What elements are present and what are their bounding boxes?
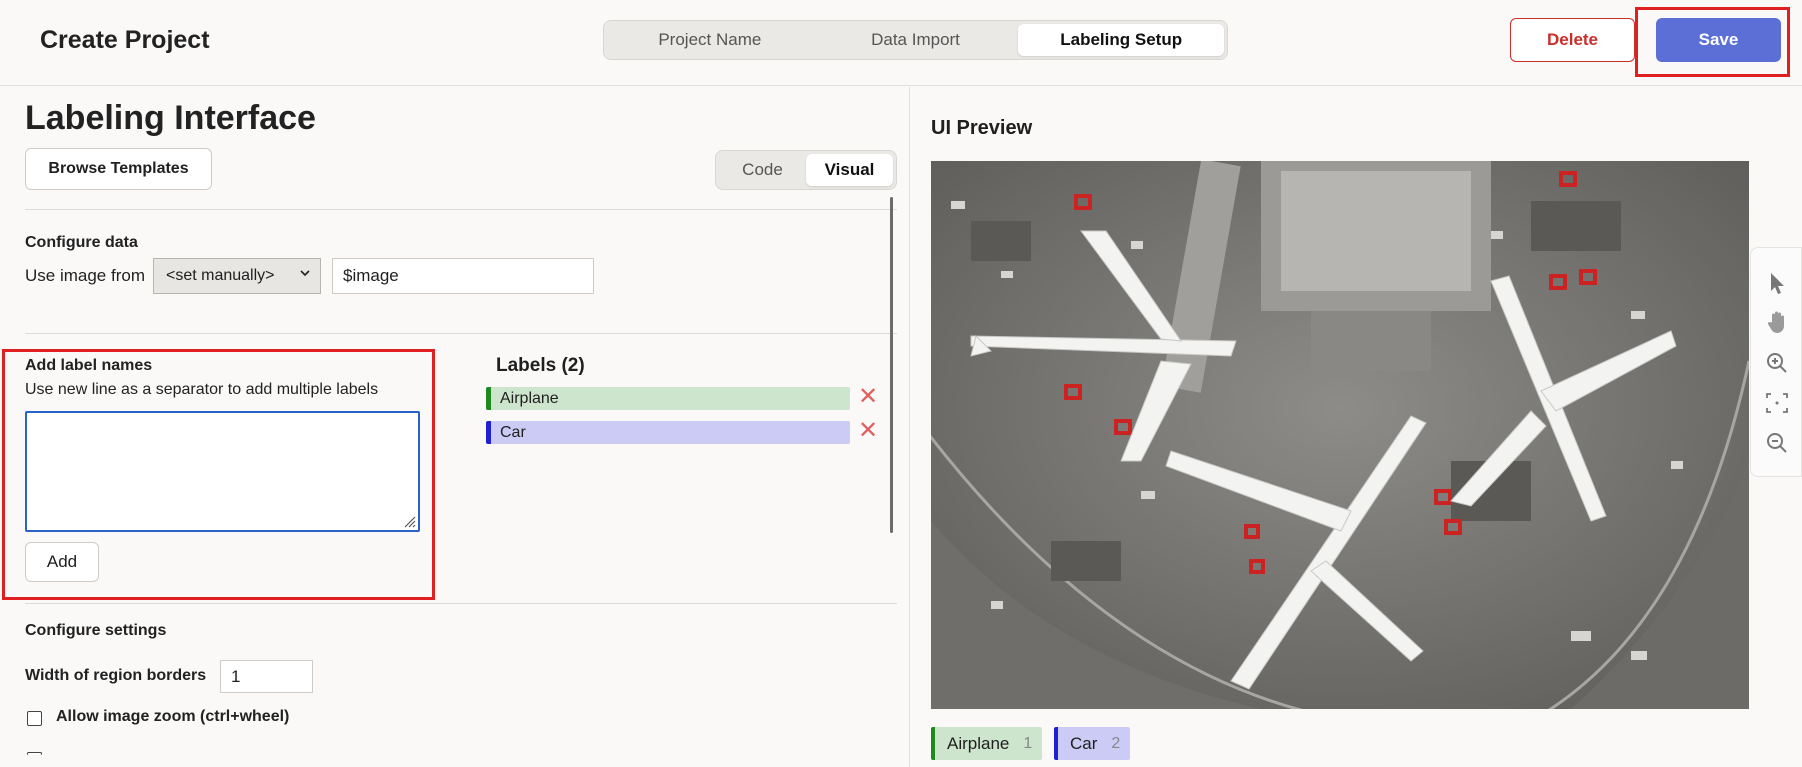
step-tabs: Project Name Data Import Labeling Setup [603, 20, 1228, 60]
code-mode-button[interactable]: Code [719, 154, 806, 186]
divider [25, 333, 897, 334]
label-chip-airplane[interactable]: Airplane [486, 387, 850, 410]
tab-data-import[interactable]: Data Import [813, 24, 1019, 56]
legend-count: 1 [1023, 734, 1033, 752]
browse-templates-button[interactable]: Browse Templates [25, 148, 212, 190]
legend-label: Car [1070, 733, 1098, 753]
chevron-down-icon [298, 266, 312, 283]
divider [25, 603, 897, 604]
tab-labeling-setup[interactable]: Labeling Setup [1018, 24, 1225, 56]
highlight-box-add-labels [2, 349, 435, 600]
image-source-select[interactable]: <set manually> [153, 258, 321, 294]
legend-item-airplane[interactable]: Airplane 1 [931, 727, 1043, 760]
zoom-checkbox[interactable] [27, 711, 42, 726]
scrollbar[interactable] [890, 197, 893, 533]
legend-count: 2 [1111, 734, 1121, 752]
labels-heading: Labels (2) [496, 355, 585, 376]
zoom-out-icon[interactable] [1764, 430, 1790, 456]
mode-toggle: Code Visual [715, 150, 897, 190]
remove-airplane-icon[interactable]: ✕ [858, 385, 878, 409]
zoom-in-icon[interactable] [1764, 350, 1790, 376]
legend-item-car[interactable]: Car 2 [1054, 727, 1131, 760]
top-bar: Create Project Project Name Data Import … [0, 0, 1802, 86]
section-title: Labeling Interface [25, 99, 316, 137]
border-width-input[interactable]: 1 [220, 660, 313, 693]
label-chip-text: Car [500, 423, 526, 441]
legend-label: Airplane [947, 733, 1010, 753]
configure-data-heading: Configure data [25, 234, 138, 251]
zoom-label: Allow image zoom (ctrl+wheel) [56, 708, 290, 725]
label-chip-text: Airplane [500, 389, 559, 407]
tab-project-name[interactable]: Project Name [607, 24, 813, 56]
airport-photo [931, 161, 1749, 709]
configure-settings-heading: Configure settings [25, 622, 167, 639]
use-image-from-label: Use image from [25, 266, 145, 285]
divider [25, 209, 897, 210]
label-chip-car[interactable]: Car [486, 421, 850, 444]
fit-icon[interactable] [1764, 390, 1790, 416]
hand-icon[interactable] [1764, 310, 1790, 336]
page-title: Create Project [40, 26, 210, 54]
preview-panel: UI Preview Airplane 1 Car 2 [911, 87, 1802, 767]
checkbox-partial[interactable] [27, 752, 42, 755]
preview-title: UI Preview [931, 117, 1033, 139]
image-toolbar [1750, 247, 1802, 477]
select-value: <set manually> [166, 267, 275, 284]
config-panel: Labeling Interface Browse Templates Code… [0, 87, 910, 767]
delete-button[interactable]: Delete [1510, 18, 1635, 62]
visual-mode-button[interactable]: Visual [806, 154, 893, 186]
border-width-label: Width of region borders [25, 667, 207, 684]
airport-aerial-image[interactable] [931, 161, 1749, 709]
highlight-box-save [1635, 7, 1790, 77]
remove-car-icon[interactable]: ✕ [858, 419, 878, 443]
image-variable-input[interactable]: $image [332, 258, 594, 294]
pointer-icon[interactable] [1764, 270, 1790, 296]
